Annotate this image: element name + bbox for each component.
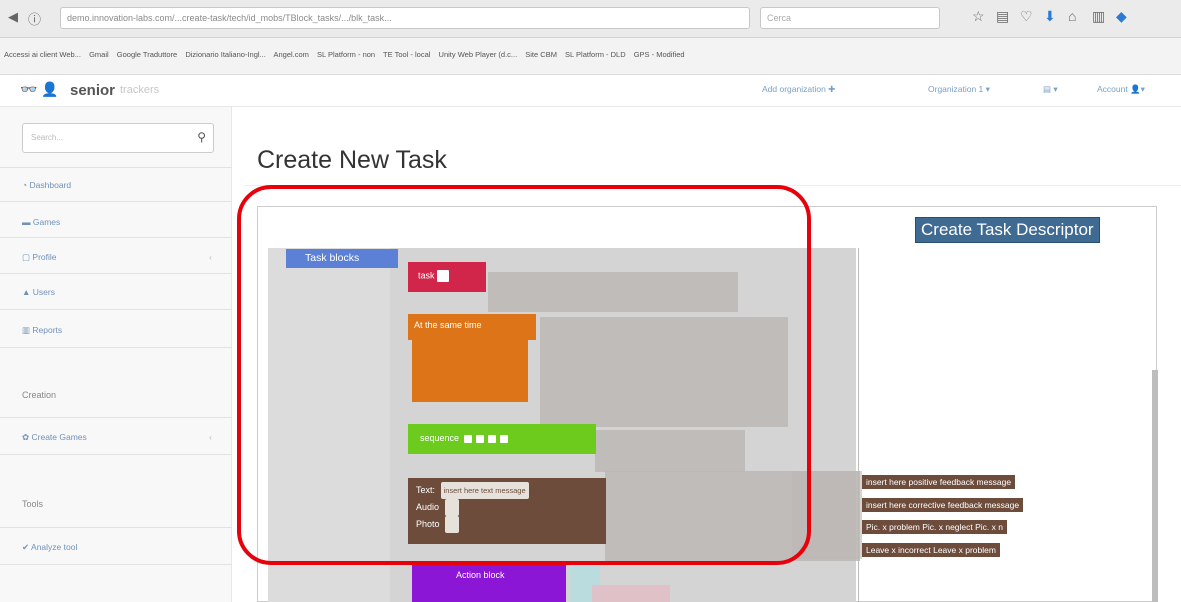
picture-options-row[interactable]: Pic. x problem Pic. x neglect Pic. x n [862,520,1007,534]
action-block[interactable]: Action block [412,565,566,602]
browser-search-field[interactable]: Cerca [760,7,940,29]
leave-options-row[interactable]: Leave x incorrect Leave x problem [862,543,1000,557]
app-header: 👓 👤 senior trackers Add organization ✚ O… [0,75,1181,107]
chevron-icon: ‹ [209,432,212,442]
scrollbar[interactable] [1152,370,1158,602]
back-icon[interactable]: ◀ [8,9,18,25]
bookmark-item[interactable]: Accessi ai client Web... [4,50,81,59]
bookmark-item[interactable]: Unity Web Player (d.c... [439,50,518,59]
dashboard-icon: ◔ [22,180,28,190]
corrective-feedback-row[interactable]: insert here corrective feedback message [862,498,1024,512]
brand-subtitle: trackers [120,84,160,96]
bookmark-item[interactable]: Gmail [89,50,109,59]
library-icon[interactable]: ▥ [1092,8,1105,25]
logo-icon: 👓 👤 [20,81,59,97]
bookmark-item[interactable]: Dizionario Italiano-Ingl... [185,50,265,59]
sidebar-item-dashboard[interactable]: ◔ Dashboard [22,180,222,190]
sidebar-item-users[interactable]: ▲ Users [22,287,222,297]
add-organization-link[interactable]: Add organization ✚ [762,84,835,95]
sidebar: Search... ⚲ ◔ Dashboard ▬ Games ▢ Profil… [0,107,232,602]
sidebar-item-analyze-tool[interactable]: ✔ Analyze tool [22,542,222,553]
bookmark-item[interactable]: Angel.com [273,50,308,59]
games-icon: ▬ [22,217,31,227]
users-icon: ▲ [22,287,31,297]
home-icon[interactable]: ⌂ [1068,8,1076,24]
create-task-descriptor-button[interactable]: Create Task Descriptor [915,217,1100,243]
section-heading-creation: Creation [22,390,57,400]
url-field[interactable]: demo.innovation-labs.com/...create-task/… [60,7,750,29]
bookmark-item[interactable]: SL Platform - non [317,50,375,59]
sidebar-item-profile[interactable]: ▢ Profile ‹ [22,252,222,263]
brand-name[interactable]: senior [70,82,115,99]
sidebar-search[interactable]: Search... ⚲ [22,123,214,153]
check-icon: ✔ [22,542,30,552]
profile-icon: ▢ [22,252,31,262]
browser-toolbar: ◀ ⓘ demo.innovation-labs.com/...create-t… [0,0,1181,38]
gear-icon: ✿ [22,432,30,442]
reports-icon: ▥ [22,325,31,335]
ghost-block [592,585,670,602]
reading-list-icon[interactable]: ▤ [996,8,1009,25]
chevron-icon: ‹ [209,252,212,262]
star-icon[interactable]: ☆ [972,8,985,25]
divider [0,167,232,168]
bookmark-item[interactable]: GPS - Modified [634,50,685,59]
bookmark-item[interactable]: SL Platform - DLD [565,50,626,59]
info-icon[interactable]: ⓘ [28,9,41,28]
annotation-highlight [237,185,811,565]
download-icon[interactable]: ⬇ [1044,8,1056,25]
bookmarks-bar: Accessi ai client Web... Gmail Google Tr… [0,38,1181,75]
account-dropdown[interactable]: Account 👤▾ [1097,84,1145,95]
sidebar-item-games[interactable]: ▬ Games [22,217,222,227]
pocket-icon[interactable]: ♡ [1020,8,1033,25]
positive-feedback-row[interactable]: insert here positive feedback message [862,475,1016,489]
bookmark-item[interactable]: Google Traduttore [117,50,177,59]
section-heading-tools: Tools [22,499,44,509]
extension-icon[interactable]: ◆ [1116,8,1127,25]
bookmark-item[interactable]: TE Tool - local [383,50,430,59]
search-icon[interactable]: ⚲ [197,130,206,144]
page-title: Create New Task [257,146,447,174]
sidebar-search-input[interactable]: Search... [31,133,63,142]
sidebar-item-create-games[interactable]: ✿ Create Games ‹ [22,432,222,443]
bookmark-item[interactable]: Site CBM [525,50,557,59]
menu-dropdown[interactable]: ▤ ▾ [1043,84,1058,95]
sidebar-item-reports[interactable]: ▥ Reports [22,325,222,336]
organization-dropdown[interactable]: Organization 1 ▾ [928,84,990,95]
